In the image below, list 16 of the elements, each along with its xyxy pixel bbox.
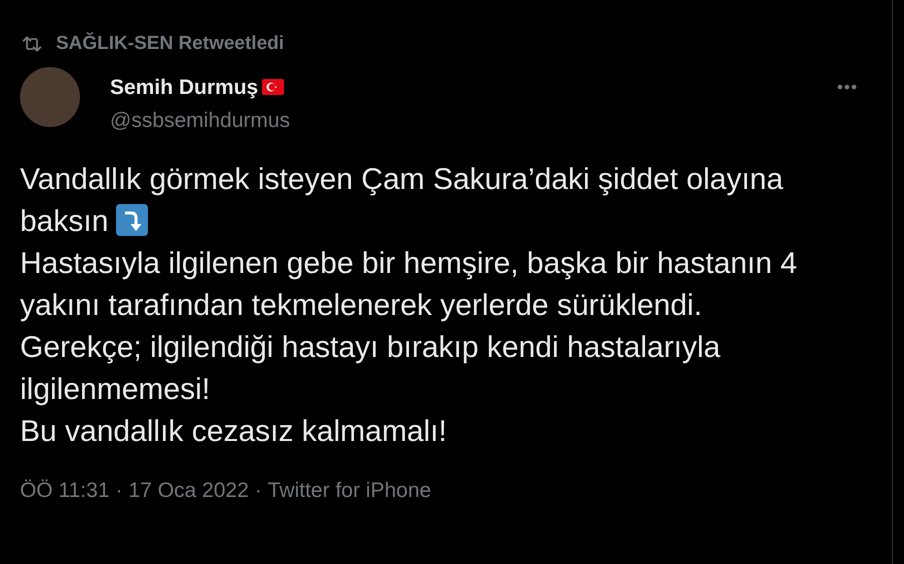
author-name[interactable]: Semih Durmuş	[110, 72, 258, 103]
more-icon[interactable]	[837, 84, 857, 90]
retweet-label[interactable]: SAĞLIK-SEN Retweetledi	[56, 30, 284, 58]
tweet-text: Bu vandallık cezasız kalmamalı!	[20, 414, 448, 450]
tweet-text: Vandallık görmek isteyen Çam Sakura’daki şiddet olayına baksın	[20, 162, 784, 240]
separator-dot: ·	[254, 478, 262, 504]
tweet-text: Hastasıyla ilgilenen gebe bir hemşire, başka bir hastanın 4 yakını tarafından tekmelenerek yerlerde sürüklendi.	[20, 246, 798, 324]
tweet-date[interactable]: 17 Oca 2022	[128, 474, 249, 506]
separator-dot: ·	[116, 478, 122, 504]
tweet-source[interactable]: Twitter for iPhone	[268, 474, 432, 506]
retweet-icon	[22, 35, 42, 54]
tweet-text: Gerekçe; ilgilendiği hastayı bırakıp kendi hastalarıyla ilgilenmemesi!	[20, 330, 722, 408]
author-handle[interactable]: @ssbsemihdurmus	[110, 105, 290, 136]
flag-icon	[262, 79, 284, 96]
tweet-time[interactable]: ÖÖ 11:31	[20, 474, 110, 506]
arrow-down-icon	[116, 204, 148, 236]
